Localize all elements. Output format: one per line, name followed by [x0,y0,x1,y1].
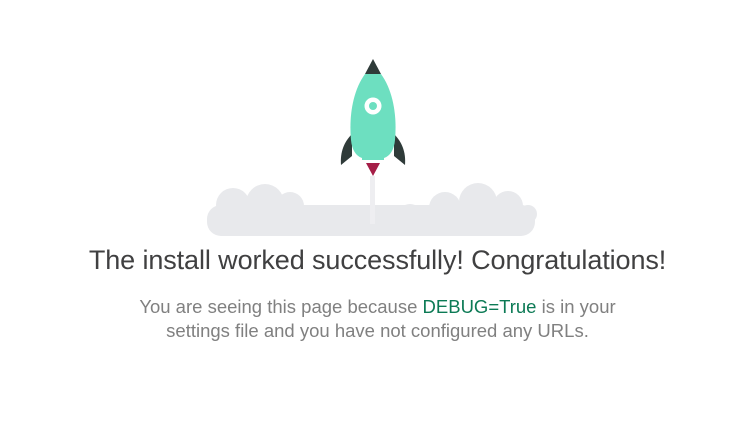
page-title: The install worked successfully! Congrat… [88,245,667,275]
info-message: You are seeing this page because DEBUG=T… [137,295,618,343]
rocket-launch-illustration [207,59,537,236]
django-welcome-page: The install worked successfully! Congrat… [0,0,755,438]
exhaust-trail [370,176,375,224]
message-prefix: You are seeing this page because [139,296,423,317]
rocket-icon [340,59,406,176]
debug-setting-code: DEBUG=True [422,296,537,317]
